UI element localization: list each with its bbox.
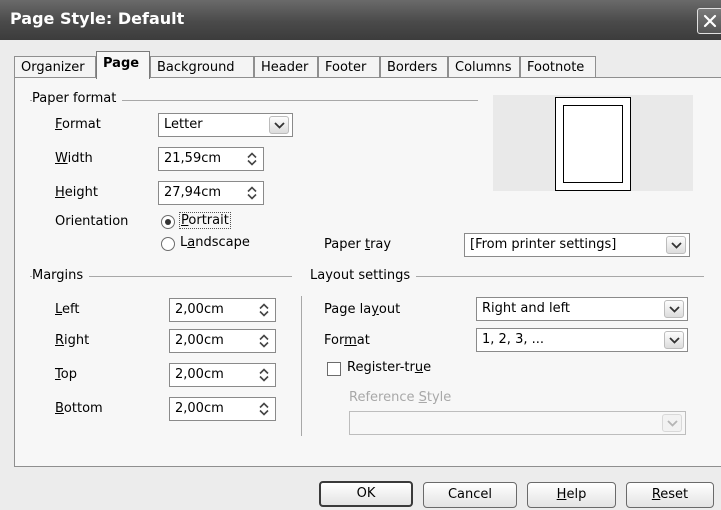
chevron-down-icon bbox=[667, 420, 678, 427]
margin-top-label: Top bbox=[55, 367, 77, 382]
margins-title: Margins bbox=[32, 268, 90, 283]
margin-right-spinfield[interactable]: 2,00cm bbox=[169, 329, 276, 353]
margin-right-value: 2,00cm bbox=[175, 333, 224, 348]
spin-arrows-icon[interactable] bbox=[245, 185, 259, 201]
tab-header[interactable]: Header bbox=[254, 56, 318, 78]
tab-organizer[interactable]: Organizer bbox=[14, 56, 96, 78]
margin-left-spinfield[interactable]: 2,00cm bbox=[169, 298, 276, 322]
height-value: 27,94cm bbox=[164, 185, 222, 200]
paper-format-title: Paper format bbox=[32, 91, 123, 106]
register-true-checkbox[interactable] bbox=[327, 362, 341, 376]
window-title: Page Style: Default bbox=[10, 9, 185, 28]
spin-arrows-icon[interactable] bbox=[245, 151, 259, 167]
paper-tray-value: [From printer settings] bbox=[470, 237, 617, 252]
format-dropdown-button[interactable] bbox=[269, 116, 289, 134]
help-button[interactable]: Help bbox=[527, 482, 616, 508]
reference-style-label: Reference Style bbox=[349, 390, 452, 405]
radio-selected-dot bbox=[165, 219, 171, 225]
numbering-format-label: Format bbox=[324, 333, 370, 348]
reference-style-select[interactable] bbox=[349, 411, 686, 435]
group-divider bbox=[301, 296, 302, 436]
margin-bottom-spinfield[interactable]: 2,00cm bbox=[169, 397, 276, 421]
preview-page-margins bbox=[563, 105, 623, 183]
page-layout-dropdown-button[interactable] bbox=[664, 300, 684, 318]
spin-arrows-icon[interactable] bbox=[257, 333, 271, 349]
paper-tray-dropdown-button[interactable] bbox=[666, 236, 686, 254]
tab-footnote[interactable]: Footnote bbox=[520, 56, 596, 78]
margin-left-label: Left bbox=[55, 302, 80, 317]
page-preview bbox=[493, 95, 693, 191]
chevron-down-icon bbox=[669, 337, 680, 344]
chevron-down-icon bbox=[274, 122, 285, 129]
format-select[interactable]: Letter bbox=[158, 113, 293, 137]
height-spinfield[interactable]: 27,94cm bbox=[158, 181, 264, 205]
numbering-format-dropdown-button[interactable] bbox=[664, 331, 684, 349]
width-label: Width bbox=[55, 151, 93, 166]
margin-right-label: Right bbox=[55, 333, 90, 348]
page-style-dialog: Page Style: Default Organizer Page Backg… bbox=[0, 0, 721, 510]
spin-arrows-icon[interactable] bbox=[257, 401, 271, 417]
numbering-format-select[interactable]: 1, 2, 3, ... bbox=[476, 328, 688, 352]
format-value: Letter bbox=[164, 117, 203, 132]
register-true-label[interactable]: Register-true bbox=[347, 360, 431, 375]
spin-arrows-icon[interactable] bbox=[257, 302, 271, 318]
title-bar: Page Style: Default bbox=[0, 0, 721, 40]
paper-tray-label: Paper tray bbox=[324, 237, 392, 252]
portrait-label[interactable]: Portrait bbox=[179, 212, 231, 229]
paper-tray-select[interactable]: [From printer settings] bbox=[464, 233, 690, 257]
tab-columns[interactable]: Columns bbox=[448, 56, 520, 78]
height-label: Height bbox=[55, 185, 98, 200]
tab-page[interactable]: Page bbox=[96, 51, 150, 79]
orientation-label: Orientation bbox=[55, 214, 129, 229]
width-value: 21,59cm bbox=[164, 151, 222, 166]
close-icon bbox=[703, 14, 717, 28]
margin-bottom-label: Bottom bbox=[55, 401, 103, 416]
margin-top-spinfield[interactable]: 2,00cm bbox=[169, 363, 276, 387]
reset-button[interactable]: Reset bbox=[626, 482, 714, 508]
margin-top-value: 2,00cm bbox=[175, 367, 224, 382]
page-layout-select[interactable]: Right and left bbox=[476, 297, 688, 321]
chevron-down-icon bbox=[671, 242, 682, 249]
width-spinfield[interactable]: 21,59cm bbox=[158, 147, 264, 171]
margin-left-value: 2,00cm bbox=[175, 302, 224, 317]
format-label: Format bbox=[55, 117, 101, 132]
close-button[interactable] bbox=[697, 8, 721, 34]
numbering-format-value: 1, 2, 3, ... bbox=[482, 332, 545, 347]
tab-borders[interactable]: Borders bbox=[380, 56, 448, 78]
landscape-label[interactable]: Landscape bbox=[180, 235, 250, 250]
spin-arrows-icon[interactable] bbox=[257, 367, 271, 383]
cancel-button[interactable]: Cancel bbox=[423, 482, 517, 508]
page-layout-value: Right and left bbox=[482, 301, 571, 316]
portrait-radio[interactable] bbox=[161, 215, 175, 229]
margin-bottom-value: 2,00cm bbox=[175, 401, 224, 416]
reference-style-dropdown-button[interactable] bbox=[662, 414, 682, 432]
chevron-down-icon bbox=[669, 306, 680, 313]
tab-background[interactable]: Background bbox=[150, 56, 254, 78]
tab-footer[interactable]: Footer bbox=[318, 56, 380, 78]
preview-page-outline bbox=[555, 97, 631, 191]
page-layout-label: Page layout bbox=[324, 302, 401, 317]
layout-settings-title: Layout settings bbox=[310, 268, 417, 283]
ok-button[interactable]: OK bbox=[319, 481, 413, 507]
landscape-radio[interactable] bbox=[161, 237, 175, 251]
